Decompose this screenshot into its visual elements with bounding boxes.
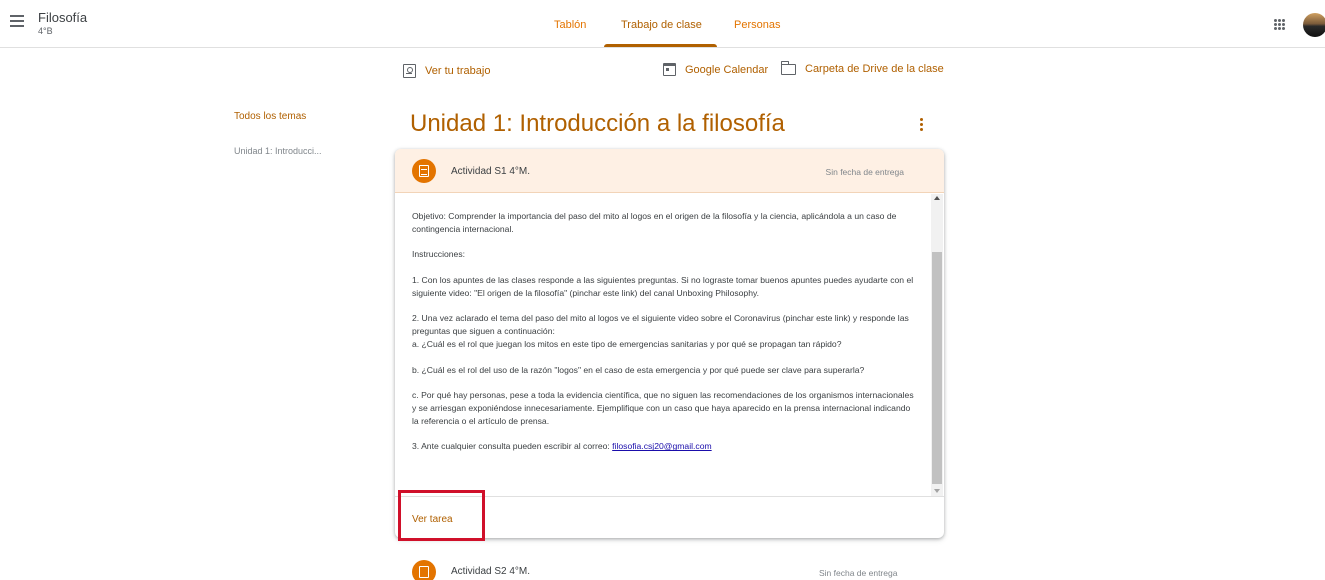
- topic-nav-unidad-1[interactable]: Unidad 1: Introducci...: [234, 146, 322, 156]
- assignment-description: Objetivo: Comprender la importancia del …: [395, 194, 944, 496]
- clipped-line: [412, 194, 917, 202]
- apps-grid-icon[interactable]: [1274, 19, 1285, 30]
- assignment-2-title[interactable]: Actividad S2 4°M.: [451, 566, 530, 577]
- drive-folder-button[interactable]: Carpeta de Drive de la clase: [780, 60, 944, 75]
- instruction-2: 2. Una vez aclarado el tema del paso del…: [412, 313, 909, 337]
- topic-title: Unidad 1: Introducción a la filosofía: [410, 110, 785, 137]
- assignment-icon: [412, 159, 436, 183]
- drive-folder-label: Carpeta de Drive de la clase: [805, 63, 944, 75]
- assignment-card-header[interactable]: Actividad S1 4°M. Sin fecha de entrega: [395, 149, 944, 193]
- calendar-icon: [663, 63, 676, 76]
- avatar[interactable]: [1303, 13, 1325, 37]
- assignment-title: Actividad S1 4°M.: [451, 166, 531, 177]
- instruction-3: 3. Ante cualquier consulta pueden escrib…: [412, 440, 917, 453]
- question-c: c. Por qué hay personas, pese a toda la …: [412, 390, 914, 426]
- tab-tablon[interactable]: Tablón: [554, 19, 586, 31]
- folder-icon: [780, 60, 796, 75]
- scroll-thumb[interactable]: [932, 252, 942, 484]
- assignment-icon[interactable]: [412, 560, 436, 580]
- question-a: a. ¿Cuál es el rol que juegan los mitos …: [412, 338, 842, 349]
- question-b: b. ¿Cuál es el rol del uso de la razón "…: [412, 364, 865, 375]
- tab-personas[interactable]: Personas: [734, 19, 780, 31]
- view-your-work-button[interactable]: Ver tu trabajo: [403, 64, 490, 78]
- description-scrollbar[interactable]: [931, 194, 943, 496]
- more-vert-icon[interactable]: [920, 118, 924, 132]
- topic-nav-all[interactable]: Todos los temas: [234, 111, 306, 122]
- active-tab-indicator: [604, 44, 717, 47]
- assignment-ind-icon: [403, 64, 416, 78]
- google-calendar-button[interactable]: Google Calendar: [663, 63, 768, 76]
- class-title[interactable]: Filosofía: [38, 10, 87, 25]
- assignment-2-due: Sin fecha de entrega: [819, 568, 898, 578]
- menu-icon[interactable]: [10, 15, 24, 27]
- top-app-bar: Filosofía 4°B Tablón Trabajo de clase Pe…: [0, 0, 1325, 48]
- assignment-text: Objetivo: Comprender la importancia del …: [412, 194, 917, 453]
- scroll-down-arrow-icon[interactable]: [934, 489, 940, 493]
- instruction-1: 1. Con los apuntes de las clases respond…: [412, 274, 914, 298]
- email-link[interactable]: filosofia.csj20@gmail.com: [612, 441, 711, 451]
- tab-trabajo-de-clase[interactable]: Trabajo de clase: [621, 19, 702, 31]
- contact-text: 3. Ante cualquier consulta pueden escrib…: [412, 441, 613, 452]
- objective-paragraph: Objetivo: Comprender la importancia del …: [412, 211, 897, 234]
- instructions-heading: Instrucciones:: [412, 249, 466, 260]
- assignment-card: Actividad S1 4°M. Sin fecha de entrega O…: [395, 149, 944, 538]
- highlight-annotation: [398, 490, 485, 541]
- google-calendar-label: Google Calendar: [685, 63, 769, 76]
- scroll-up-arrow-icon[interactable]: [934, 196, 940, 200]
- class-section: 4°B: [38, 26, 53, 36]
- view-your-work-label: Ver tu trabajo: [425, 65, 491, 77]
- assignment-due: Sin fecha de entrega: [825, 167, 904, 177]
